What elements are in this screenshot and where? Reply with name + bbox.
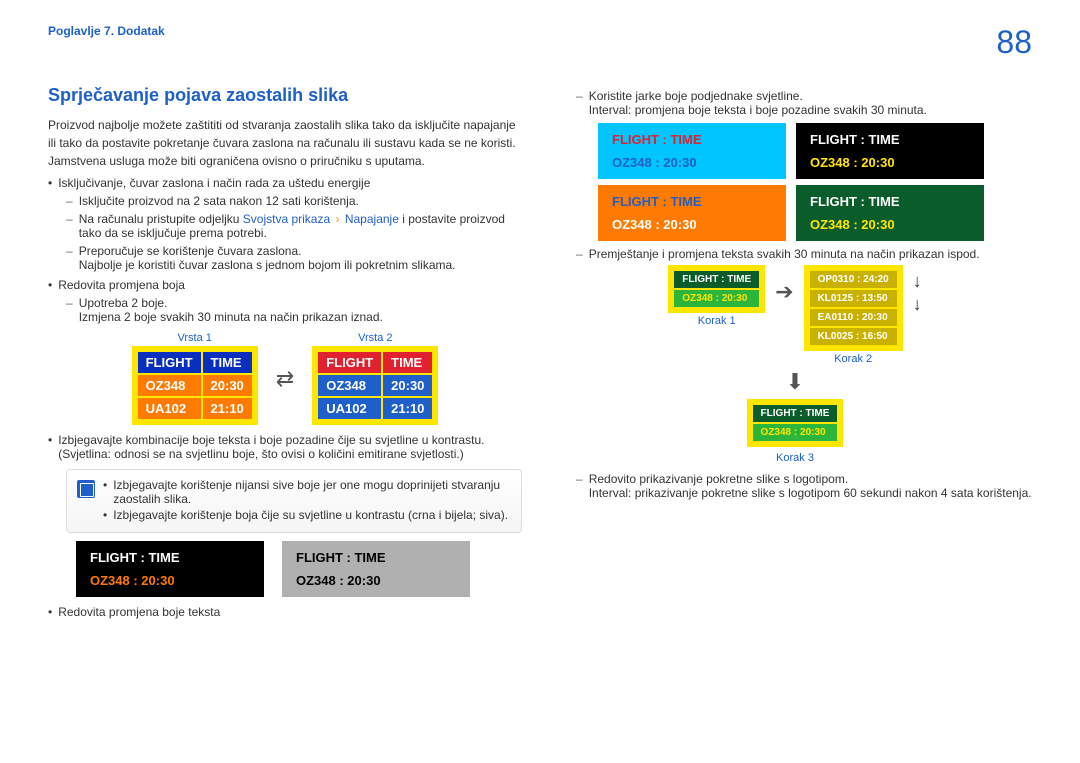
intro-text: Proizvod najbolje možete zaštititi od st… xyxy=(48,116,522,170)
cell: OZ348 : 20:30 xyxy=(82,570,258,591)
cell: OZ348 : 20:30 xyxy=(674,290,759,307)
b1-d3: Preporučuje se korištenje čuvara zaslona… xyxy=(79,244,522,272)
cell: OZ348 : 20:30 xyxy=(288,570,464,591)
cell: FLIGHT : TIME xyxy=(753,405,838,422)
bullet-4: Redovita promjena boje teksta xyxy=(58,605,522,619)
cell: 20:30 xyxy=(383,375,432,396)
cell: OZ348 : 20:30 xyxy=(604,152,780,173)
cell: OZ348 xyxy=(138,375,201,396)
korak3: FLIGHT : TIME OZ348 : 20:30 Korak 3 xyxy=(558,399,1032,464)
cell: UA102 xyxy=(318,398,381,419)
pair2a: FLIGHT : TIME OZ348 : 20:30 xyxy=(598,185,786,241)
vrsta2-table: FLIGHTTIME OZ34820:30 UA10221:10 xyxy=(312,346,438,425)
cell: KL0125 : 13:50 xyxy=(810,290,897,307)
cell: OP0310 : 24:20 xyxy=(810,271,897,288)
cell: FLIGHT : TIME xyxy=(802,191,978,212)
bullet-2: Redovita promjena boja xyxy=(58,278,522,292)
b2-d1b: Izmjena 2 boje svakih 30 minuta na način… xyxy=(79,310,383,324)
cell: 21:10 xyxy=(383,398,432,419)
vrsta1-label: Vrsta 1 xyxy=(132,332,258,344)
cell: FLIGHT : TIME xyxy=(604,191,780,212)
left-column: Sprječavanje pojava zaostalih slika Proi… xyxy=(48,85,522,619)
cell: OZ348 : 20:30 xyxy=(802,214,978,235)
right-arrow-icon: ➔ xyxy=(775,279,793,305)
cell: UA102 xyxy=(138,398,201,419)
bullet-3: Izbjegavajte kombinacije boje teksta i b… xyxy=(58,433,522,461)
korak3-label: Korak 3 xyxy=(558,452,1032,464)
cell: FLIGHT : TIME xyxy=(604,129,780,150)
down-arrows-icon: ↓↓ xyxy=(913,271,922,315)
bullet-1: Isključivanje, čuvar zaslona i način rad… xyxy=(58,176,522,190)
korak1: FLIGHT : TIME OZ348 : 20:30 Korak 1 xyxy=(668,265,765,327)
b1-d2: Na računalu pristupite odjeljku Svojstva… xyxy=(79,212,522,240)
cell: TIME xyxy=(203,352,252,373)
cell: KL0025 : 16:50 xyxy=(810,328,897,345)
cell: FLIGHT : TIME xyxy=(802,129,978,150)
b1-d3a: Preporučuje se korištenje čuvara zaslona… xyxy=(79,244,302,258)
b2-d1: Upotreba 2 boje. Izmjena 2 boje svakih 3… xyxy=(79,296,522,324)
bw-ex1: FLIGHT : TIME OZ348 : 20:30 xyxy=(76,541,264,597)
bw-examples: FLIGHT : TIME OZ348 : 20:30 FLIGHT : TIM… xyxy=(76,541,522,597)
pair2b: FLIGHT : TIME OZ348 : 20:30 xyxy=(796,185,984,241)
korak1-label: Korak 1 xyxy=(668,315,765,327)
cell: OZ348 : 20:30 xyxy=(802,152,978,173)
link-napajanje: Napajanje xyxy=(345,212,399,226)
b2-d1a: Upotreba 2 boje. xyxy=(79,296,168,310)
cell: TIME xyxy=(383,352,432,373)
swap-arrow-icon: ⇄ xyxy=(276,366,294,392)
r-d1: Koristite jarke boje podjednake svjetlin… xyxy=(589,89,1032,117)
note-box: Izbjegavajte korištenje nijansi sive boj… xyxy=(66,469,522,533)
section-title: Sprječavanje pojava zaostalih slika xyxy=(48,85,522,106)
note-2: Izbjegavajte korištenje boja čije su svj… xyxy=(113,508,508,522)
bw-ex2: FLIGHT : TIME OZ348 : 20:30 xyxy=(282,541,470,597)
note-icon xyxy=(77,480,95,498)
vrsta1-table: FLIGHTTIME OZ34820:30 UA10221:10 xyxy=(132,346,258,425)
cell: OZ348 : 20:30 xyxy=(604,214,780,235)
vrsta2-label: Vrsta 2 xyxy=(312,332,438,344)
down-arrow-icon: ⬇ xyxy=(558,369,1032,395)
pair1b: FLIGHT : TIME OZ348 : 20:30 xyxy=(796,123,984,179)
r-d3b: Interval: prikazivanje pokretne slike s … xyxy=(589,486,1032,500)
color-pair-1: FLIGHT : TIME OZ348 : 20:30 FLIGHT : TIM… xyxy=(598,123,1032,179)
cell: FLIGHT : TIME xyxy=(82,547,258,568)
r-d1a: Koristite jarke boje podjednake svjetlin… xyxy=(589,89,803,103)
cell: OZ348 : 20:30 xyxy=(753,424,838,441)
b1-d2-pre: Na računalu pristupite odjeljku xyxy=(79,212,243,226)
b1-d3b: Najbolje je koristiti čuvar zaslona s je… xyxy=(79,258,456,272)
cell: 20:30 xyxy=(203,375,252,396)
b1-d1: Isključite proizvod na 2 sata nakon 12 s… xyxy=(79,194,522,208)
cell: OZ348 xyxy=(318,375,381,396)
color-pair-2: FLIGHT : TIME OZ348 : 20:30 FLIGHT : TIM… xyxy=(598,185,1032,241)
cell: FLIGHT xyxy=(138,352,201,373)
cell: FLIGHT : TIME xyxy=(674,271,759,288)
r-d2: Premještanje i promjena teksta svakih 30… xyxy=(589,247,1032,261)
r-d3: Redovito prikazivanje pokretne slike s l… xyxy=(589,472,1032,500)
r-d3a: Redovito prikazivanje pokretne slike s l… xyxy=(589,472,848,486)
korak-row: FLIGHT : TIME OZ348 : 20:30 Korak 1 ➔ OP… xyxy=(558,265,1032,365)
page-number: 88 xyxy=(996,24,1032,61)
korak2: OP0310 : 24:20 KL0125 : 13:50 EA0110 : 2… xyxy=(804,265,903,365)
link-svojstva: Svojstva prikaza xyxy=(243,212,330,226)
cell: FLIGHT : TIME xyxy=(288,547,464,568)
cell: FLIGHT xyxy=(318,352,381,373)
vrsta-comparison: Vrsta 1 FLIGHTTIME OZ34820:30 UA10221:10… xyxy=(48,332,522,425)
cell: 21:10 xyxy=(203,398,252,419)
korak2-label: Korak 2 xyxy=(804,353,903,365)
sep-icon: › xyxy=(336,212,340,226)
cell: EA0110 : 20:30 xyxy=(810,309,897,326)
right-column: Koristite jarke boje podjednake svjetlin… xyxy=(558,85,1032,619)
r-d1b: Interval: promjena boje teksta i boje po… xyxy=(589,103,927,117)
chapter-label: Poglavlje 7. Dodatak xyxy=(48,24,165,38)
note-1: Izbjegavajte korištenje nijansi sive boj… xyxy=(113,478,511,506)
pair1a: FLIGHT : TIME OZ348 : 20:30 xyxy=(598,123,786,179)
